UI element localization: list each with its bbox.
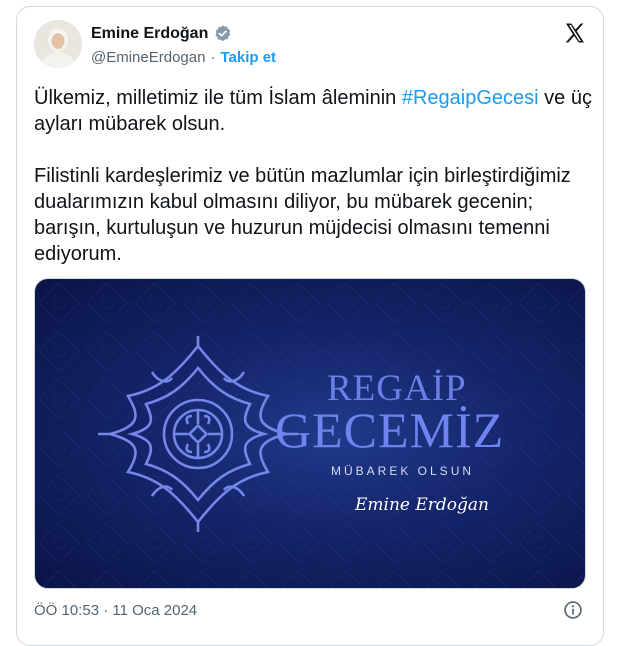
tweet-text-part-1: Ülkemiz, milletimiz ile tüm İslam âlemin…: [34, 87, 402, 109]
x-logo-icon[interactable]: [563, 21, 587, 45]
tweet-media-image[interactable]: REGAİP GECEMİZ MÜBAREK OLSUN Emine Erdoğ…: [34, 278, 586, 589]
media-title-line-2: GECEMİZ: [275, 402, 505, 458]
tweet-paragraph-1: Ülkemiz, milletimiz ile tüm İslam âlemin…: [34, 85, 594, 137]
media-subtitle: MÜBAREK OLSUN: [331, 464, 475, 478]
author-handle[interactable]: @EmineErdogan: [91, 49, 205, 66]
author-name[interactable]: Emine Erdoğan: [91, 25, 208, 43]
tweet-paragraph-2: Filistinli kardeşlerimiz ve bütün mazlum…: [34, 165, 571, 265]
verified-badge-icon[interactable]: [213, 24, 232, 43]
separator-dot: ·: [210, 49, 216, 66]
author-name-row: Emine Erdoğan: [91, 24, 232, 43]
tweet-text: Ülkemiz, milletimiz ile tüm İslam âlemin…: [34, 85, 594, 293]
media-signature: Emine Erdoğan: [355, 495, 489, 515]
tweet-timestamp[interactable]: ÖÖ 10:53 · 11 Oca 2024: [34, 602, 197, 619]
follow-button[interactable]: Takip et: [220, 49, 276, 66]
author-handle-row: @EmineErdogan · Takip et: [91, 49, 276, 66]
hashtag-link[interactable]: #RegaipGecesi: [402, 87, 539, 109]
info-icon[interactable]: [563, 600, 583, 620]
avatar[interactable]: [34, 20, 82, 68]
tweet-card: Emine Erdoğan @EmineErdogan · Takip et Ü…: [16, 6, 604, 646]
